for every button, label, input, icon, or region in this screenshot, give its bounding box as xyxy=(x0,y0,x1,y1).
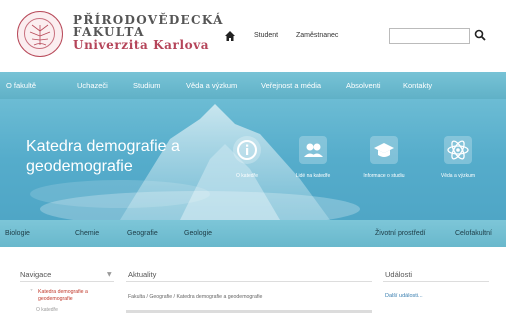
university-seal-logo[interactable] xyxy=(17,11,63,57)
page: PŘÍRODOVĚDECKÁ FAKULTA Univerzita Karlov… xyxy=(0,0,506,313)
events-divider xyxy=(383,281,489,282)
hero-card-label: O katedře xyxy=(236,173,258,179)
home-icon[interactable] xyxy=(224,30,236,42)
section-faculty-wide[interactable]: Celofakultní xyxy=(455,230,492,237)
nav-item-research[interactable]: Věda a výzkum xyxy=(186,81,237,90)
breadcrumb[interactable]: Fakulta / Geografie / Katedra demografie… xyxy=(128,294,262,300)
tree-icon xyxy=(29,24,51,46)
section-biology[interactable]: Biologie xyxy=(5,230,30,237)
nav-item-contacts[interactable]: Kontakty xyxy=(403,81,432,90)
people-icon xyxy=(299,136,327,164)
title-line-2: geodemografie xyxy=(26,158,133,175)
hero-card-label: Věda a výzkum xyxy=(440,173,476,179)
navigation-heading: Navigace xyxy=(20,270,52,279)
nav-item-about-faculty[interactable]: O fakultě xyxy=(6,81,36,90)
hero-card-people[interactable]: Lidé na katedře xyxy=(283,136,343,179)
nav-item-alumni[interactable]: Absolventi xyxy=(346,81,381,90)
chevron-down-icon: ˅ xyxy=(30,289,33,296)
section-chemistry[interactable]: Chemie xyxy=(75,230,99,237)
header: PŘÍRODOVĚDECKÁ FAKULTA Univerzita Karlov… xyxy=(0,0,506,72)
section-geography[interactable]: Geografie xyxy=(127,230,158,237)
hero-banner: Katedra demografie a geodemografie O kat… xyxy=(0,99,506,220)
chevron-down-icon[interactable]: ▼ xyxy=(107,271,112,278)
more-events-link[interactable]: Další události... xyxy=(385,293,423,299)
hero-card-study-info[interactable]: Informace o studiu xyxy=(354,136,414,179)
search-icon[interactable] xyxy=(474,29,486,42)
nav-item-applicants[interactable]: Uchazeči xyxy=(77,81,108,90)
main-navigation: O fakultě Uchazeči Studium Věda a výzkum… xyxy=(0,72,506,99)
search-input[interactable] xyxy=(389,28,470,44)
events-heading: Události xyxy=(385,270,413,279)
news-heading: Aktuality xyxy=(128,270,157,279)
department-title: Katedra demografie a geodemografie xyxy=(26,137,180,177)
hero-card-about-department[interactable]: O katedře xyxy=(217,136,277,179)
navigation-divider xyxy=(20,281,114,282)
nav-link-department[interactable]: Katedra demografie a geodemografie xyxy=(38,289,118,303)
nav-item-study[interactable]: Studium xyxy=(133,81,161,90)
hero-card-label: Lidé na katedře xyxy=(295,173,331,179)
title-line-1: Katedra demografie a xyxy=(26,138,180,155)
info-icon xyxy=(233,136,261,164)
logo-line-3: Univerzita Karlova xyxy=(73,38,210,52)
graduation-cap-icon xyxy=(370,136,398,164)
student-link[interactable]: Student xyxy=(254,32,278,39)
nav-sublink-about[interactable]: O katedře xyxy=(36,307,58,313)
news-divider xyxy=(126,281,372,282)
logo-line-2: FAKULTA xyxy=(73,25,145,39)
employee-link[interactable]: Zaměstnanec xyxy=(296,32,338,39)
faculty-name-logo[interactable]: PŘÍRODOVĚDECKÁ FAKULTA Univerzita Karlov… xyxy=(73,14,224,51)
content-area: Navigace ▼ ˅ Katedra demografie a geodem… xyxy=(0,247,506,313)
hero-card-research[interactable]: Věda a výzkum xyxy=(428,136,488,179)
hero-card-label: Informace o studiu xyxy=(363,173,405,179)
atom-icon xyxy=(444,136,472,164)
section-geology[interactable]: Geologie xyxy=(184,230,212,237)
section-navigation: Biologie Chemie Geografie Geologie Život… xyxy=(0,220,506,247)
nav-item-public-media[interactable]: Veřejnost a média xyxy=(261,81,321,90)
section-environment[interactable]: Životní prostředí xyxy=(375,230,426,237)
